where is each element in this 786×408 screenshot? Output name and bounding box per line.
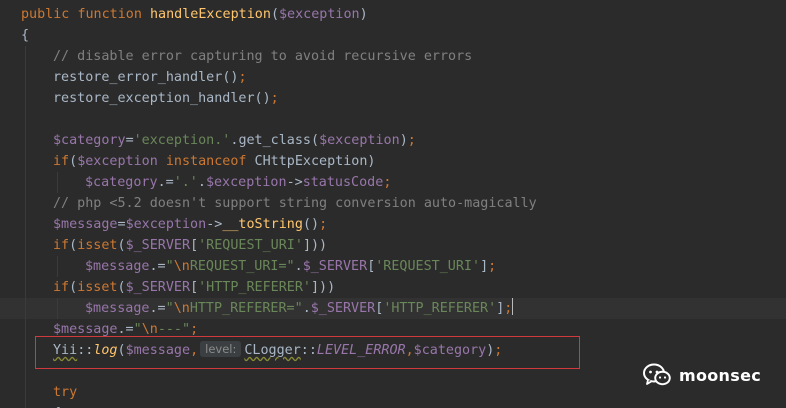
- indent-guide: [25, 46, 26, 67]
- code-line-5[interactable]: restore_exception_handler();: [0, 88, 786, 109]
- indent-guide: [25, 382, 26, 403]
- indent-guide: [25, 214, 26, 235]
- indent-guide: [25, 88, 26, 109]
- code-line-4[interactable]: restore_error_handler();: [0, 67, 786, 88]
- indent-guide: [25, 340, 26, 361]
- code-line-11[interactable]: $message=$exception->__toString();: [0, 214, 786, 235]
- indent-guide: [57, 256, 58, 277]
- indent-guide: [25, 403, 26, 408]
- indent-guide: [25, 277, 26, 298]
- indent-guide: [25, 298, 26, 319]
- keyword: public: [21, 7, 70, 22]
- comment: // disable error capturing to avoid recu…: [53, 49, 473, 64]
- watermark: moonsec: [643, 360, 761, 390]
- code-line-1[interactable]: public function handleException($excepti…: [0, 4, 786, 25]
- indent-guide: [25, 172, 26, 193]
- code-line-20[interactable]: {: [0, 403, 786, 408]
- indent-guide: [25, 130, 26, 151]
- code-line-9[interactable]: $category.='.'.$exception->statusCode;: [0, 172, 786, 193]
- code-line-2[interactable]: {: [0, 25, 786, 46]
- code-line-10[interactable]: // php <5.2 doesn't support string conve…: [0, 193, 786, 214]
- code-line-3[interactable]: // disable error capturing to avoid recu…: [0, 46, 786, 67]
- code-line-13[interactable]: $message.="\nREQUEST_URI=".$_SERVER['REQ…: [0, 256, 786, 277]
- code-line-15-current[interactable]: $message.="\nHTTP_REFERER=".$_SERVER['HT…: [0, 298, 786, 319]
- indent-guide: [25, 151, 26, 172]
- variable: $exception: [279, 7, 360, 22]
- indent-guide: [25, 109, 26, 130]
- indent-guide: [57, 298, 58, 319]
- highlight-box: [35, 336, 580, 369]
- indent-guide: [25, 235, 26, 256]
- function-name: handleException: [150, 7, 271, 22]
- wechat-icon: [643, 363, 671, 386]
- text-caret: [512, 298, 514, 315]
- keyword: try: [53, 385, 78, 400]
- indent-guide: [25, 256, 26, 277]
- comment: // php <5.2 doesn't support string conve…: [53, 196, 537, 211]
- indent-guide: [57, 172, 58, 193]
- indent-guide: [25, 319, 26, 340]
- indent-guide: [25, 193, 26, 214]
- code-line-8[interactable]: if($exception instanceof CHttpException): [0, 151, 786, 172]
- code-line-7[interactable]: $category='exception.'.get_class($except…: [0, 130, 786, 151]
- code-line-14[interactable]: if(isset($_SERVER['HTTP_REFERER'])): [0, 277, 786, 298]
- code-editor[interactable]: public function handleException($excepti…: [0, 0, 786, 408]
- code-line-6[interactable]: [0, 109, 786, 130]
- code-line-12[interactable]: if(isset($_SERVER['REQUEST_URI'])): [0, 235, 786, 256]
- indent-guide: [25, 361, 26, 382]
- indent-guide: [25, 67, 26, 88]
- watermark-text: moonsec: [679, 365, 762, 385]
- keyword: function: [77, 7, 142, 22]
